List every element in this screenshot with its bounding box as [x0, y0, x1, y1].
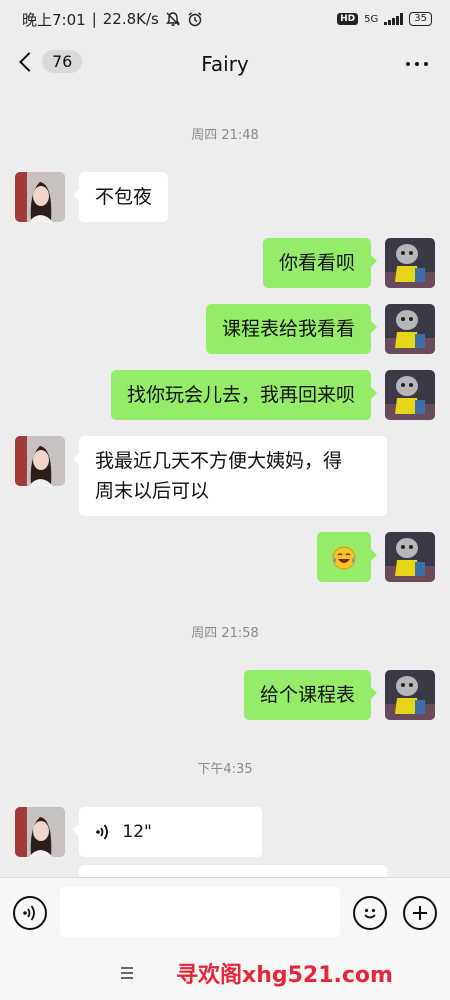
status-separator: |: [91, 10, 97, 28]
input-bar: [0, 877, 450, 947]
message-bubble-sent[interactable]: 课程表给我看看: [205, 304, 378, 354]
signal-icon: [384, 13, 404, 25]
message-text-line: 周末以后可以: [95, 480, 210, 502]
chat-title: Fairy: [201, 52, 249, 76]
message-bubble-received[interactable]: 我最近几天不方便大姨妈，得 周末以后可以: [73, 436, 387, 516]
battery-level: 35: [409, 12, 432, 26]
back-button[interactable]: 76: [16, 50, 83, 73]
timestamp-divider: 周四 21:58: [191, 626, 259, 641]
voice-duration: 12": [122, 822, 152, 842]
more-options-icon[interactable]: [406, 62, 428, 66]
plus-icon: [413, 906, 427, 920]
network-type: 5G: [364, 13, 379, 25]
status-bar: 晚上7:01 | 22.8K/s HD 5G 35: [0, 0, 450, 38]
voice-wave-icon: [96, 824, 108, 840]
message-bubble-received[interactable]: [79, 865, 387, 877]
contact-avatar[interactable]: [15, 172, 65, 222]
message-bubble-sent[interactable]: 你看看呗: [262, 238, 378, 288]
message-input[interactable]: [60, 887, 340, 937]
self-avatar[interactable]: [385, 670, 435, 720]
smiley-icon: [364, 908, 376, 919]
timestamp-divider: 下午4:35: [197, 762, 253, 777]
message-text-line: 我最近几天不方便大姨妈，得: [95, 450, 343, 472]
self-avatar[interactable]: [385, 532, 435, 582]
hd-badge: HD: [337, 13, 359, 25]
status-right: HD 5G 35: [337, 12, 432, 26]
mute-bell-icon: [165, 12, 180, 26]
self-avatar[interactable]: [385, 370, 435, 420]
chevron-left-icon: [19, 51, 39, 72]
timestamp-divider: 周四 21:48: [191, 128, 259, 143]
message-bubble-sent[interactable]: [317, 532, 377, 582]
voice-input-button[interactable]: [13, 896, 47, 930]
status-time: 晚上7:01: [22, 10, 86, 29]
unread-count-badge: 76: [42, 50, 83, 73]
status-left: 晚上7:01 | 22.8K/s: [22, 9, 203, 30]
self-avatar[interactable]: [385, 238, 435, 288]
message-bubble-sent[interactable]: 找你玩会儿去，我再回来呗: [110, 370, 378, 420]
contact-avatar[interactable]: [15, 436, 65, 486]
laughing-tears-emoji-icon: [332, 546, 356, 569]
menu-icon[interactable]: [121, 967, 133, 979]
network-speed: 22.8K/s: [102, 10, 159, 28]
watermark-text: 寻欢阁xhg521.com: [176, 963, 393, 988]
emoji-button[interactable]: [353, 896, 387, 930]
message-list[interactable]: 周四 21:48 不包夜 你看看呗 课程表给我看看 找你玩会儿去，我再回来呗 我…: [0, 90, 450, 877]
alarm-clock-icon: [188, 12, 202, 27]
message-bubble-received[interactable]: 不包夜: [72, 172, 169, 222]
voice-wave-icon: [23, 905, 35, 921]
contact-avatar[interactable]: [15, 807, 65, 857]
add-attachment-button[interactable]: [403, 896, 437, 930]
voice-message-bubble[interactable]: 12": [73, 807, 262, 857]
chat-header: 76 Fairy: [0, 38, 450, 90]
self-avatar[interactable]: [385, 304, 435, 354]
message-bubble-sent[interactable]: 给个课程表: [243, 670, 378, 720]
system-nav-bar: 寻欢阁xhg521.com: [0, 947, 450, 1000]
